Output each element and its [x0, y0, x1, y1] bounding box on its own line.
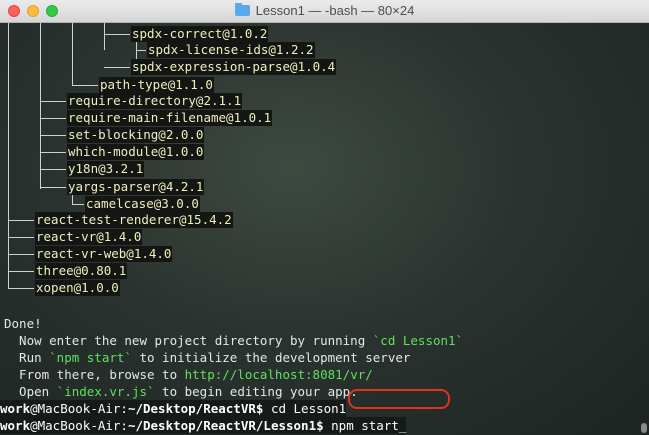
tree-package: spdx-correct@1.0.2	[131, 26, 269, 42]
scrollbar-thumb[interactable]	[641, 423, 647, 433]
output-text: From there, browse to	[4, 367, 185, 382]
tree-line	[104, 23, 105, 50]
output-line-3: From there, browse to http://localhost:8…	[4, 366, 373, 383]
prompt-command: cd Lesson1	[263, 401, 347, 416]
output-code: `npm start`	[49, 350, 132, 365]
tree-branch	[40, 187, 66, 188]
tree-branch	[8, 271, 34, 272]
window-title: Lesson1 — -bash — 80×24	[0, 0, 649, 22]
tree-package: spdx-license-ids@1.2.2	[147, 42, 315, 58]
prompt-command-input[interactable]: npm start_	[324, 418, 406, 433]
tree-package: require-main-filename@1.0.1	[67, 110, 273, 126]
tree-package: react-vr@1.4.0	[35, 229, 143, 245]
output-text: to initialize the development server	[131, 350, 411, 365]
tree-branch	[72, 85, 98, 86]
tree-line	[8, 23, 9, 289]
tree-package: path-type@1.1.0	[99, 77, 214, 93]
tree-package: yargs-parser@4.2.1	[67, 179, 205, 195]
tree-package: spdx-expression-parse@1.0.4	[131, 59, 337, 75]
output-text: to begin editing your app.	[154, 384, 358, 399]
tree-package: camelcase@3.0.0	[85, 196, 200, 212]
output-code: `cd Lesson1`	[372, 333, 464, 348]
tree-branch	[104, 67, 130, 68]
prompt-host: @MacBook-Air:	[30, 418, 128, 433]
tree-package: react-test-renderer@15.4.2	[35, 212, 233, 228]
tree-branch	[40, 118, 66, 119]
tree-branch	[8, 237, 34, 238]
output-code: `index.vr.js`	[56, 384, 155, 399]
prompt-line-1: work@MacBook-Air:~/Desktop/ReactVR$ cd L…	[0, 400, 347, 417]
tree-line	[72, 23, 73, 85]
tree-package: xopen@1.0.0	[35, 280, 120, 296]
tree-branch	[8, 254, 34, 255]
tree-branch	[136, 50, 146, 51]
tree-package: set-blocking@2.0.0	[67, 127, 205, 143]
prompt-path: ~/Desktop/ReactVR$	[127, 401, 264, 416]
output-line-1: Now enter the new project directory by r…	[4, 332, 463, 349]
tree-branch	[72, 204, 84, 205]
prompt-user: work	[0, 418, 31, 433]
title-bar[interactable]: Lesson1 — -bash — 80×24	[0, 0, 649, 23]
output-text: Now enter the new project directory by r…	[4, 333, 373, 348]
prompt-host: @MacBook-Air:	[30, 401, 128, 416]
output-line-4: Open `index.vr.js` to begin editing your…	[4, 383, 358, 400]
tree-line	[40, 23, 41, 189]
folder-icon	[234, 3, 250, 16]
tree-package: three@0.80.1	[35, 263, 128, 279]
output-url: http://localhost:8081/vr/	[184, 367, 373, 382]
output-done: Done!	[4, 316, 42, 331]
terminal-window: Lesson1 — -bash — 80×24 spdx-correct@1.0…	[0, 0, 649, 435]
tree-package: require-directory@2.1.1	[67, 93, 243, 109]
tree-branch	[40, 152, 66, 153]
prompt-path: ~/Desktop/ReactVR/Lesson1$	[127, 418, 324, 433]
tree-branch	[40, 169, 66, 170]
tree-branch	[104, 34, 130, 35]
tree-branch	[40, 135, 66, 136]
tree-package: y18n@3.2.1	[67, 161, 145, 177]
prompt-user: work	[0, 401, 31, 416]
tree-branch	[8, 288, 34, 289]
output-text: Run	[4, 350, 50, 365]
prompt-line-2[interactable]: work@MacBook-Air:~/Desktop/ReactVR/Lesso…	[0, 417, 407, 434]
tree-package: which-module@1.0.0	[67, 144, 205, 160]
command-highlight	[348, 389, 450, 409]
tree-branch	[8, 220, 34, 221]
tree-package: react-vr-web@1.4.0	[35, 246, 173, 262]
window-title-text: Lesson1 — -bash — 80×24	[255, 3, 415, 18]
output-text: Open	[4, 384, 57, 399]
tree-branch	[40, 101, 66, 102]
terminal-content[interactable]: spdx-correct@1.0.2 spdx-license-ids@1.2.…	[0, 23, 649, 435]
output-line-2: Run `npm start` to initialize the develo…	[4, 349, 410, 366]
